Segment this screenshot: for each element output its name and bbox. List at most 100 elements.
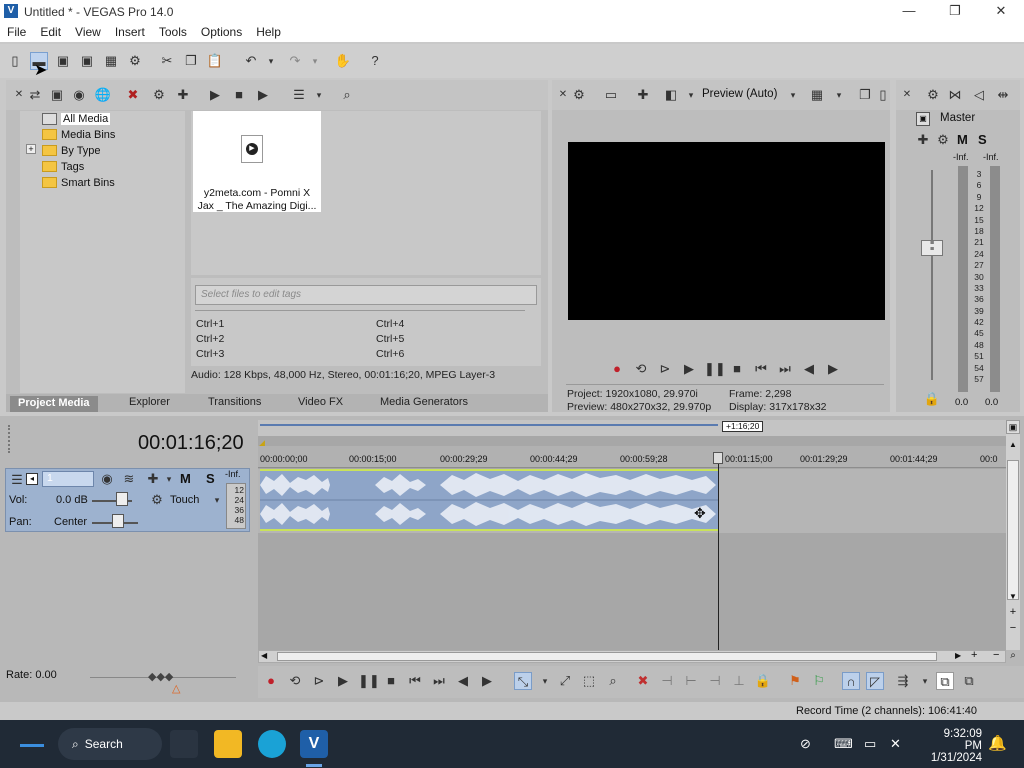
auto-preview-icon[interactable]: ▶ <box>254 86 272 104</box>
close-button[interactable]: ✕ <box>978 0 1024 24</box>
import-media-icon[interactable]: ⇄ <box>26 86 44 104</box>
redo-icon[interactable]: ↷ <box>286 52 304 70</box>
edit-tool-dropdown-icon[interactable]: ▾ <box>536 672 554 690</box>
preview-go-end-icon[interactable]: ⏭ <box>776 360 794 378</box>
trim-end-icon[interactable]: ⊣ <box>706 672 724 690</box>
preview-prev-frame-icon[interactable]: ◀ <box>800 360 818 378</box>
menu-view[interactable]: View <box>68 24 108 39</box>
track-mute-button[interactable]: M <box>180 471 191 486</box>
track-motion-dropdown-icon[interactable]: ▾ <box>160 470 178 488</box>
display-icon[interactable]: ▭ <box>864 736 876 752</box>
external-monitor-icon[interactable]: ▭ <box>602 86 620 104</box>
pan-slider-handle[interactable] <box>112 514 124 528</box>
preview-record-icon[interactable]: ● <box>608 360 626 378</box>
new-file-icon[interactable]: ▯ <box>6 52 24 70</box>
maximize-button[interactable]: ❐ <box>932 0 978 24</box>
previous-frame-icon[interactable]: ◀ <box>454 672 472 690</box>
shortcut-ctrl5[interactable]: Ctrl+5 <box>376 333 404 345</box>
zoom-tool-icon[interactable]: ⌕ <box>604 672 622 690</box>
shortcut-ctrl1[interactable]: Ctrl+1 <box>196 318 224 330</box>
tags-input[interactable]: Select files to edit tags <box>195 285 537 305</box>
preview-pause-icon[interactable]: ❚❚ <box>704 360 726 378</box>
zoom-in-horizontal-icon[interactable]: + <box>971 649 977 661</box>
preview-properties-icon[interactable]: ⚙ <box>570 86 588 104</box>
media-fx-icon[interactable]: ⚙ <box>150 86 168 104</box>
playhead-cursor[interactable] <box>718 452 719 650</box>
dim-output-icon[interactable]: ◁ <box>970 86 988 104</box>
menu-file[interactable]: File <box>0 24 33 39</box>
timeline-pin-icon[interactable]: ▣ <box>1006 420 1020 434</box>
master-mute-button[interactable]: M <box>957 132 968 147</box>
shortcut-ctrl2[interactable]: Ctrl+2 <box>196 333 224 345</box>
scroll-up-icon[interactable]: ▲ <box>1006 440 1020 452</box>
playhead-handle[interactable] <box>713 452 723 464</box>
media-file-thumbnail[interactable]: ▶ y2meta.com - Pomni X Jax _ The Amazing… <box>193 111 321 212</box>
overlays-grid-icon[interactable]: ▦ <box>808 86 826 104</box>
master-solo-button[interactable]: S <box>978 132 987 147</box>
menu-options[interactable]: Options <box>194 24 249 39</box>
master-close-icon[interactable]: ✕ <box>898 86 916 104</box>
taskbar-search[interactable]: ⌕ Search <box>58 728 162 760</box>
video-fx-icon[interactable]: ✚ <box>634 86 652 104</box>
taskbar-clock[interactable]: 9:32:09 PM 1/31/2024 <box>924 728 982 764</box>
save-icon[interactable]: ▣ <box>54 52 72 70</box>
shortcut-ctrl4[interactable]: Ctrl+4 <box>376 318 404 330</box>
insert-marker-icon[interactable]: ⚑ <box>786 672 804 690</box>
tree-item-tags[interactable]: Tags <box>42 159 84 174</box>
pause-icon[interactable]: ❚❚ <box>358 672 380 690</box>
menu-insert[interactable]: Insert <box>108 24 152 39</box>
notification-bell-icon[interactable]: 🔔 <box>988 734 1007 752</box>
views-dropdown-icon[interactable]: ▾ <box>310 86 328 104</box>
zoom-in-vertical-icon[interactable]: + <box>1006 606 1020 620</box>
arm-record-icon[interactable]: ◉ <box>98 470 116 488</box>
minimize-button[interactable]: — <box>886 0 932 24</box>
delete-icon[interactable]: ✖ <box>634 672 652 690</box>
vol-slider-handle[interactable] <box>116 492 128 506</box>
auto-crossfade-icon[interactable]: ◸ <box>866 672 884 690</box>
rate-slider-handle[interactable]: ◆◆◆ <box>148 670 173 683</box>
loop-playback-icon[interactable]: ⟲ <box>286 672 304 690</box>
whats-this-icon[interactable]: ✋ <box>334 52 352 70</box>
go-to-start-icon[interactable]: ⏮ <box>406 672 424 690</box>
timeline-horizontal-scrollbar[interactable]: ◀ ▶ + − <box>258 649 1006 663</box>
insert-region-icon[interactable]: ⚐ <box>810 672 828 690</box>
undo-icon[interactable]: ↶ <box>242 52 260 70</box>
track-name-field[interactable]: 1 <box>42 471 94 487</box>
play-icon[interactable]: ▶ <box>334 672 352 690</box>
redo-dropdown-icon[interactable]: ▾ <box>306 52 324 70</box>
track-minimize-icon[interactable]: ☰ <box>8 471 26 489</box>
preview-play-icon[interactable]: ▶ <box>680 360 698 378</box>
play-from-start-icon[interactable]: ⊳ <box>310 672 328 690</box>
copy-icon[interactable]: ❐ <box>182 52 200 70</box>
menu-tools[interactable]: Tools <box>152 24 194 39</box>
tab-transitions[interactable]: Transitions <box>208 396 261 408</box>
master-fader-handle[interactable]: ≡ ≡ <box>921 240 943 256</box>
tab-media-generators[interactable]: Media Generators <box>380 396 468 408</box>
downmix-icon[interactable]: ⋈ <box>946 86 964 104</box>
render-icon[interactable]: ▦ <box>102 52 120 70</box>
taskbar-app-placeholder-icon[interactable] <box>170 730 198 758</box>
event-pan-crop-icon[interactable]: ⧉ <box>936 672 954 690</box>
undo-dropdown-icon[interactable]: ▾ <box>262 52 280 70</box>
split-dropdown-icon[interactable]: ▾ <box>682 86 700 104</box>
save-snapshot-icon[interactable]: ▯ <box>874 86 892 104</box>
event-fx-icon[interactable]: ⧉ <box>960 672 978 690</box>
preview-quality-dropdown[interactable]: Preview (Auto) <box>702 88 777 100</box>
search-media-icon[interactable]: ⌕ <box>338 86 356 104</box>
envelope-tool-icon[interactable]: ⤢ <box>556 672 574 690</box>
master-properties-icon[interactable]: ⚙ <box>924 86 942 104</box>
marker-bar[interactable] <box>258 420 1006 436</box>
automation-mode-dropdown[interactable]: Touch <box>170 494 199 506</box>
edge-browser-icon[interactable] <box>258 730 286 758</box>
zoom-out-horizontal-icon[interactable]: − <box>993 649 999 661</box>
split-screen-icon[interactable]: ◧ <box>662 86 680 104</box>
properties-gear-icon[interactable]: ⚙ <box>126 52 144 70</box>
go-to-end-icon[interactable]: ⏭ <box>430 672 448 690</box>
copy-snapshot-icon[interactable]: ❐ <box>856 86 874 104</box>
keyboard-icon[interactable]: ⌨ <box>834 736 853 752</box>
preview-next-frame-icon[interactable]: ▶ <box>824 360 842 378</box>
cut-icon[interactable]: ✂ <box>158 52 176 70</box>
tree-item-all-media[interactable]: All Media <box>42 111 111 126</box>
zoom-out-vertical-icon[interactable]: − <box>1006 622 1020 636</box>
tree-item-by-type[interactable]: By Type <box>42 143 101 158</box>
